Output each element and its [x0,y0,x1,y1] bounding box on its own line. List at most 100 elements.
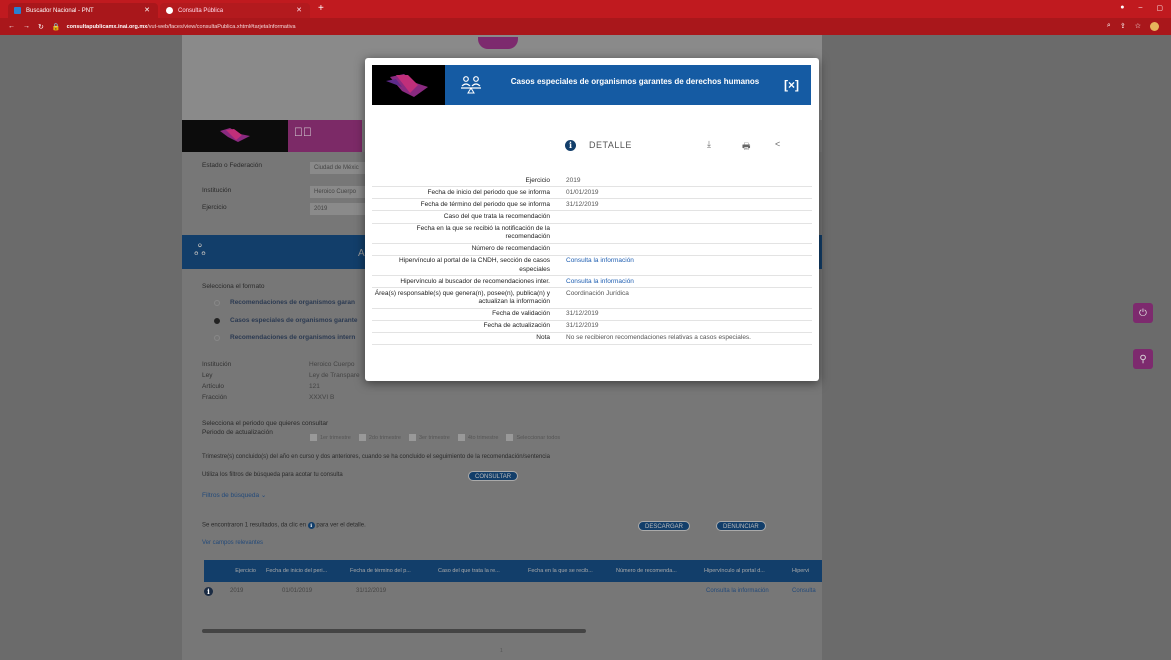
detail-table: Ejercicio 2019 Fecha de inicio del period… [372,175,812,345]
detail-key: Fecha de actualización [483,322,551,330]
results-text-a: Se encontraron 1 resultados, da clic en [202,522,307,529]
zoom-icon[interactable]: ⌕ [1107,22,1111,31]
col-header[interactable]: Hipervínculo al portal d... [704,568,792,574]
accessibility-icon[interactable]: ⏻ [1133,303,1153,323]
checkbox-icon[interactable] [358,434,366,441]
checkbox-icon[interactable] [408,434,416,441]
new-tab-icon[interactable]: + [318,3,324,14]
ver-campos-link[interactable]: Ver campos relevantes [202,540,263,546]
checkbox-icon[interactable] [457,434,465,441]
quarter-check[interactable]: 1er trimestre [310,434,351,441]
checkbox-icon[interactable] [506,434,514,441]
close-icon[interactable]: [×] [784,78,799,92]
cell: 01/01/2019 [282,588,313,594]
col-header[interactable]: Número de recomenda... [616,568,704,574]
download-icon[interactable]: ⤓ [707,139,711,150]
detail-key: Nota [536,334,550,342]
format-option-2[interactable]: Casos especiales de organismos garante [214,317,358,324]
detail-key: Fecha de validación [492,310,550,317]
profile-dot-icon[interactable]: ● [1120,4,1124,12]
filters-hint: Utiliza los filtros de búsqueda para aco… [202,472,343,478]
info-icon: i [565,139,576,151]
detail-value: No se recibieron recomendaciones relativ… [566,334,751,342]
descargar-button[interactable]: DESCARGAR [638,521,691,531]
detail-value: 31/12/2019 [566,200,599,208]
consultar-button[interactable]: CONSULTAR [468,471,519,481]
address-actions: ⌕ ⇪ ☆ [1107,22,1159,31]
denunciar-button[interactable]: DENUNCIAR [716,521,766,531]
detail-value: 31/12/2019 [566,322,599,330]
page-number[interactable]: 1 [500,648,503,654]
forward-icon[interactable]: → [23,23,30,30]
quarter-check[interactable]: Seleccionar todos [506,434,560,441]
pnt-logo [182,120,288,152]
close-icon[interactable]: ✕ [144,6,150,14]
results-text-b: para ver el detalle. [316,522,366,529]
checkbox-icon[interactable] [310,434,317,441]
maximize-icon[interactable]: ▢ [1156,4,1163,12]
col-header[interactable]: Ejercicio [204,568,262,574]
filtros-busqueda-link[interactable]: Filtros de búsqueda ⌄ [202,491,266,499]
chevron-down-icon: ⌄ [260,492,267,499]
detail-key: Ejercicio [525,176,550,184]
minimize-icon[interactable]: – [1138,4,1142,12]
detail-modal: Casos especiales de organismos garantes … [365,58,819,381]
login-icon[interactable]: ⇥⃞ [288,120,362,152]
detail-row: Hipervínculo al buscador de recomendacio… [372,276,812,289]
print-icon[interactable]: 🖶 [742,139,751,155]
modal-title: Casos especiales de organismos garantes … [510,77,760,86]
col-header[interactable]: Fecha de inicio del peri... [262,568,350,574]
tab-label: Consulta Pública [178,7,224,14]
detail-row: Fecha en la que se recibió la notificaci… [372,224,812,244]
meta-key: Artículo [202,383,225,390]
radio-icon[interactable] [214,299,220,306]
detail-value [554,224,812,243]
hero-shape [478,37,518,49]
info-icon[interactable]: i [204,587,213,596]
meta-row: Fracción XXXVI B [202,394,334,401]
tools-icon[interactable]: ⚲ [1133,349,1153,369]
col-header[interactable]: Hipervi [792,568,822,574]
filtros-label: Filtros de búsqueda [202,492,260,499]
detail-row: Ejercicio 2019 [372,175,812,188]
quarter-label: 3er trimestre [418,434,450,441]
cell: 31/12/2019 [356,588,387,594]
radio-icon[interactable] [214,334,220,341]
format-option-1[interactable]: Recomendaciones de organismos garan [214,299,355,306]
horizontal-scrollbar[interactable] [202,629,586,633]
detail-link[interactable]: Consulta la información [554,256,812,275]
meta-key: Fracción [202,394,227,401]
col-header[interactable]: Caso del que trata la re... [438,568,528,574]
tab-buscador[interactable]: Buscador Nacional - PNT ✕ [8,3,158,18]
avatar[interactable] [1150,22,1159,31]
share-icon[interactable]: < [775,139,780,149]
reload-icon[interactable]: ↻ [38,23,44,31]
cell-link[interactable]: Consulta [792,588,816,594]
meta-row: Ley Ley de Transpare [202,372,360,379]
share-icon[interactable]: ⇪ [1120,22,1126,31]
col-header[interactable]: Fecha de término del p... [350,568,438,574]
detail-row: Número de recomendación [372,244,812,256]
cell-link[interactable]: Consulta la información [706,588,769,594]
quarter-check[interactable]: 2do trimestre [358,434,401,441]
detail-row: Fecha de actualización 31/12/2019 [372,321,812,333]
quarter-checks: 1er trimestre 2do trimestre 3er trimestr… [310,434,560,441]
col-header[interactable]: Fecha en la que se recib... [528,568,616,574]
logo-mark-icon [386,74,428,97]
url-field[interactable]: consultapublicamx.inai.org.mx/vut-web/fa… [67,24,296,30]
back-icon[interactable]: ← [8,23,15,30]
radio-icon[interactable] [214,317,220,324]
detail-link[interactable]: Consulta la información [554,276,812,287]
meta-row: Artículo 121 [202,383,320,390]
quarter-check[interactable]: 3er trimestre [408,434,450,441]
table-row: i 2019 01/01/2019 31/12/2019 Consulta la… [204,587,822,601]
quarter-check[interactable]: 4to trimestre [457,434,499,441]
format-option-label: Recomendaciones de organismos intern [230,334,356,341]
detail-key: Fecha en la que se recibió la notificaci… [416,225,550,241]
star-icon[interactable]: ☆ [1135,22,1141,31]
format-option-3[interactable]: Recomendaciones de organismos intern [214,334,355,341]
close-icon[interactable]: ✕ [296,6,302,14]
tab-consulta[interactable]: Consulta Pública ✕ [160,3,310,18]
meta-key: Ley [202,372,213,379]
quarter-label: 4to trimestre [467,434,499,441]
